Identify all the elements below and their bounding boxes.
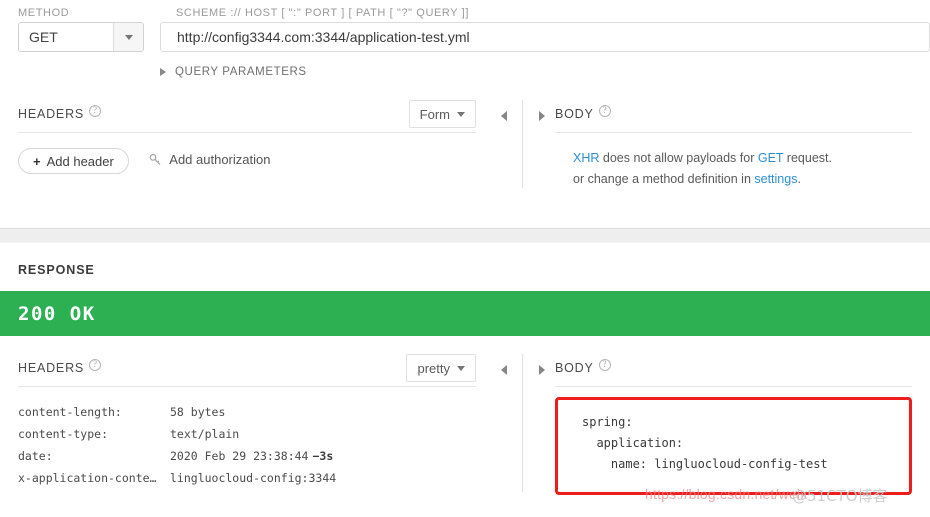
method-label: METHOD: [18, 7, 70, 19]
add-header-button[interactable]: + Add header: [18, 148, 129, 174]
xhr-message-line-1: XHR does not allow payloads for GET requ…: [555, 148, 912, 169]
request-body-title: BODY: [555, 107, 594, 121]
collapse-left-button[interactable]: [496, 360, 512, 380]
table-row: content-type: text/plain: [18, 423, 336, 445]
table-row: content-length: 58 bytes: [18, 401, 336, 423]
request-input-row: GET: [0, 22, 930, 52]
method-select-value: GET: [19, 23, 113, 51]
headers-format-value: Form: [419, 106, 450, 122]
help-icon[interactable]: ?: [598, 358, 611, 371]
query-parameters-toggle[interactable]: QUERY PARAMETERS: [0, 52, 930, 78]
request-headers-body: + Add header Add authorization: [18, 133, 476, 174]
response-format-select[interactable]: pretty: [406, 354, 476, 382]
header-name: content-length:: [18, 405, 122, 419]
request-body-panel: BODY ? XHR does not allow payloads for G…: [555, 100, 930, 190]
chevron-right-icon: [538, 365, 545, 375]
chevron-left-icon: [500, 365, 507, 375]
response-headers-tbody: content-length: 58 bytes content-type: t…: [18, 401, 336, 489]
add-authorization-button[interactable]: Add authorization: [149, 152, 270, 167]
section-separator: [0, 228, 930, 243]
xhr-message-end: request.: [783, 151, 832, 165]
response-format-value: pretty: [417, 360, 450, 376]
plus-icon: +: [33, 153, 41, 169]
divider: [555, 386, 912, 387]
collapse-right-button[interactable]: [534, 360, 550, 380]
header-value: 58 bytes: [170, 405, 226, 419]
chevron-down-icon: [457, 111, 465, 117]
url-input[interactable]: [160, 22, 930, 52]
response-headers-panel: HEADERS ? pretty content-length: 58 byte…: [0, 354, 490, 494]
response-headers-header: HEADERS ? pretty: [18, 354, 476, 382]
query-parameters-label: QUERY PARAMETERS: [175, 66, 307, 78]
add-header-label: Add header: [46, 153, 114, 169]
xhr-link[interactable]: XHR: [573, 151, 599, 165]
header-value: 2020 Feb 29 23:38:44 −3s: [170, 445, 336, 467]
response-body-highlight-box: spring: application: name: lingluocloud-…: [555, 397, 912, 495]
request-field-labels: METHOD SCHEME :// HOST [ ":" PORT ] [ PA…: [0, 0, 930, 22]
response-body-panel: BODY ? spring: application: name: linglu…: [555, 354, 930, 495]
status-badge: 200 OK: [18, 302, 96, 325]
divider: [18, 386, 476, 387]
xhr-message-mid: does not allow payloads for: [599, 151, 758, 165]
request-headers-title: HEADERS: [18, 107, 85, 121]
settings-link[interactable]: settings: [754, 172, 797, 186]
header-name: date:: [18, 449, 53, 463]
collapse-right-button[interactable]: [534, 106, 550, 126]
request-body-header: BODY ?: [555, 100, 912, 128]
settings-message-end: .: [797, 172, 801, 186]
response-section: RESPONSE 200 OK HEADERS ? pretty content…: [0, 243, 930, 495]
table-row: date: 2020 Feb 29 23:38:44 −3s: [18, 445, 336, 467]
response-headers-title: HEADERS: [18, 361, 85, 375]
settings-message-pre: or change a method definition in: [573, 172, 755, 186]
response-body-content: spring: application: name: lingluocloud-…: [582, 415, 828, 471]
key-icon: [149, 153, 162, 166]
header-name: content-type:: [18, 427, 109, 441]
chevron-down-icon: [457, 365, 465, 371]
elapsed-time-badge: −3s: [312, 449, 334, 463]
table-row: x-application-conte… lingluocloud-config…: [18, 467, 336, 489]
collapse-left-button[interactable]: [496, 106, 512, 126]
url-format-label: SCHEME :// HOST [ ":" PORT ] [ PATH [ "?…: [176, 7, 469, 19]
headers-format-select[interactable]: Form: [408, 100, 476, 128]
request-section: METHOD SCHEME :// HOST [ ":" PORT ] [ PA…: [0, 0, 930, 190]
request-panels: HEADERS ? Form + Add header Add authoriz…: [0, 100, 930, 190]
rester-http-client: METHOD SCHEME :// HOST [ ":" PORT ] [ PA…: [0, 0, 930, 517]
method-select-toggle[interactable]: [113, 23, 143, 51]
response-section-label: RESPONSE: [18, 263, 95, 277]
chevron-left-icon: [500, 111, 507, 121]
vertical-divider: [522, 354, 523, 492]
header-value: lingluocloud-config:3344: [170, 471, 337, 485]
request-headers-header: HEADERS ? Form: [18, 100, 476, 128]
help-icon[interactable]: ?: [89, 358, 102, 371]
watermark-url: https://blog.csdn.net/weix: [645, 486, 808, 502]
watermark-brand: @51CTO博客: [792, 487, 888, 505]
chevron-right-icon: [538, 111, 545, 121]
help-icon[interactable]: ?: [598, 104, 611, 117]
help-icon[interactable]: ?: [89, 104, 102, 117]
status-bar: 200 OK: [0, 291, 930, 336]
response-panels: HEADERS ? pretty content-length: 58 byte…: [0, 354, 930, 495]
response-panel-collapse-controls: [490, 354, 555, 494]
get-link[interactable]: GET: [758, 151, 783, 165]
add-authorization-label: Add authorization: [169, 151, 271, 167]
chevron-down-icon: [124, 34, 133, 40]
request-panel-collapse-controls: [490, 100, 555, 190]
header-value: text/plain: [170, 427, 240, 441]
xhr-message-line-2: or change a method definition in setting…: [555, 169, 912, 190]
response-body-header: BODY ?: [555, 354, 912, 382]
header-name: x-application-conte…: [18, 471, 157, 485]
date-value: 2020 Feb 29 23:38:44: [170, 449, 309, 463]
vertical-divider: [522, 100, 523, 188]
request-body-content: XHR does not allow payloads for GET requ…: [555, 133, 912, 190]
chevron-right-icon: [160, 68, 166, 76]
response-body-title: BODY: [555, 361, 594, 375]
response-headers-table: content-length: 58 bytes content-type: t…: [18, 401, 336, 489]
request-headers-panel: HEADERS ? Form + Add header Add authoriz…: [0, 100, 490, 190]
method-select[interactable]: GET: [18, 22, 144, 52]
